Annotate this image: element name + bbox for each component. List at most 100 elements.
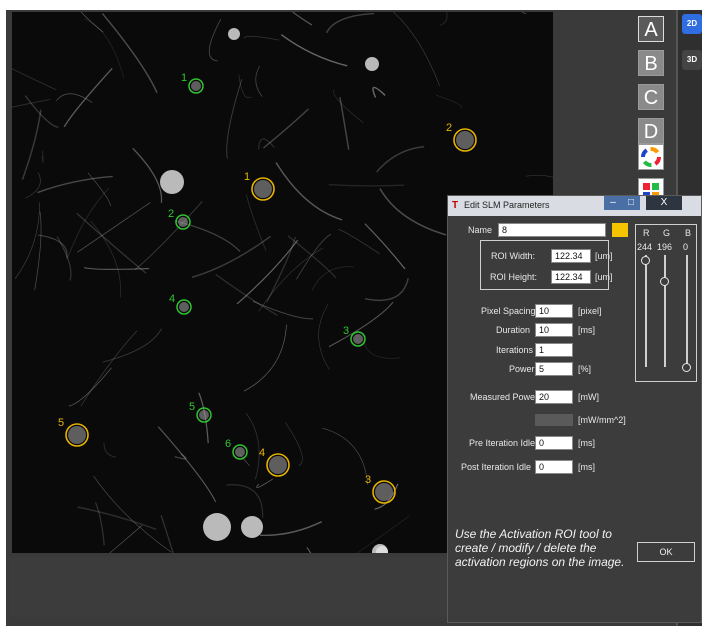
g-slider-track[interactable] xyxy=(664,255,666,367)
power-field[interactable]: 5 xyxy=(535,362,573,376)
neurite-fiber xyxy=(256,478,274,488)
neurite-fiber xyxy=(238,74,252,99)
minimize-button[interactable]: – xyxy=(604,196,622,210)
neurite-fiber xyxy=(376,145,425,173)
neurite-fiber xyxy=(132,147,163,203)
neurite-fiber xyxy=(339,97,350,150)
help-text: Use the Activation ROI tool to create / … xyxy=(455,527,625,569)
tool-b-button[interactable]: B xyxy=(638,50,664,76)
green-roi-label: 6 xyxy=(225,438,231,450)
yellow-roi-label: 3 xyxy=(365,474,371,486)
roi-width-field[interactable]: 122.34 xyxy=(551,249,591,263)
power-unit: [%] xyxy=(578,364,592,374)
neurite-fiber xyxy=(109,525,143,553)
cell-body xyxy=(228,28,240,40)
window-frame-top xyxy=(0,0,702,10)
tool-c-button[interactable]: C xyxy=(638,84,664,110)
post-iteration-idle-field[interactable]: 0 xyxy=(535,460,573,474)
neurite-fiber xyxy=(63,67,113,128)
neurite-fiber xyxy=(56,236,72,281)
pixel-spacing-label: Pixel Spacing xyxy=(481,306,536,316)
maximize-button[interactable]: □ xyxy=(622,196,640,210)
neurite-fiber xyxy=(291,12,313,26)
bottom-panel xyxy=(10,557,450,617)
color-swatch[interactable] xyxy=(612,223,628,237)
roi-cell xyxy=(269,456,287,474)
neurite-fiber xyxy=(90,220,122,298)
r-header: R xyxy=(643,228,650,238)
app-logo-icon: T xyxy=(452,200,459,211)
pre-iteration-idle-field[interactable]: 0 xyxy=(535,436,573,450)
dialog-title-bar[interactable]: T Edit SLM Parameters – □ X xyxy=(448,196,701,216)
neurite-fiber xyxy=(379,188,447,236)
neurite-fiber xyxy=(275,162,343,221)
b-slider-thumb[interactable] xyxy=(682,363,691,372)
neurite-fiber xyxy=(245,412,260,480)
b-value: 0 xyxy=(683,242,689,252)
dialog-title: Edit SLM Parameters xyxy=(464,200,550,210)
neurite-fiber xyxy=(101,13,158,94)
neurite-fiber xyxy=(12,68,57,91)
roi-cell xyxy=(353,334,363,344)
duration-label: Duration xyxy=(496,325,531,335)
rgb-sliders-group: R G B 244 196 0 xyxy=(635,224,697,382)
neurite-fiber xyxy=(325,12,375,34)
neurite-fiber xyxy=(521,12,527,14)
neurite-fiber xyxy=(21,109,42,180)
post-iteration-idle-unit: [ms] xyxy=(578,462,595,472)
name-field[interactable]: 8 xyxy=(498,223,606,237)
view-2d-button[interactable]: 2D xyxy=(682,14,702,34)
close-button[interactable]: X xyxy=(646,196,682,210)
neurite-fiber xyxy=(266,236,296,303)
power-label: Power xyxy=(509,364,535,374)
ok-button[interactable]: OK xyxy=(637,542,695,562)
roi-cell xyxy=(199,410,209,420)
roi-cell xyxy=(68,426,86,444)
duration-field[interactable]: 10 xyxy=(535,323,573,337)
neurite-fiber xyxy=(77,202,151,253)
tool-d-button[interactable]: D xyxy=(638,118,664,144)
neurite-fiber xyxy=(80,330,138,407)
roi-height-field[interactable]: 122.34 xyxy=(551,270,591,284)
r-slider-thumb[interactable] xyxy=(641,255,650,265)
neurite-fiber xyxy=(311,266,355,292)
neurite-fiber xyxy=(56,93,93,103)
neurite-fiber xyxy=(25,172,41,199)
neurite-fiber xyxy=(364,278,409,302)
yellow-roi-label: 5 xyxy=(58,417,64,429)
g-header: G xyxy=(663,228,671,238)
iterations-field[interactable]: 1 xyxy=(535,343,573,357)
power-density-unit: [mW/mm^2] xyxy=(578,415,626,425)
measured-power-field[interactable]: 20 xyxy=(535,390,573,404)
roi-size-group: ROI Width: 122.34 [um] ROI Height: 122.3… xyxy=(480,240,613,290)
neurite-fiber xyxy=(24,95,59,128)
neurite-fiber xyxy=(157,426,217,502)
r-slider-track[interactable] xyxy=(645,255,647,367)
neurite-fiber xyxy=(322,427,369,485)
neurite-fiber xyxy=(77,506,157,531)
edit-slm-dialog: T Edit SLM Parameters – □ X Name 8 ROI W… xyxy=(447,195,702,623)
neurite-fiber xyxy=(103,442,116,458)
neurite-fiber xyxy=(328,183,405,187)
color-wheel-button[interactable] xyxy=(638,144,664,170)
pixel-spacing-field[interactable]: 10 xyxy=(535,304,573,318)
neurite-fiber xyxy=(372,86,386,98)
cell-body xyxy=(203,513,231,541)
neurite-fiber xyxy=(76,212,147,274)
neurite-fiber xyxy=(68,367,112,407)
neurite-fiber xyxy=(263,108,309,149)
roi-cell xyxy=(375,483,393,501)
neurite-fiber xyxy=(280,34,348,67)
g-slider-thumb[interactable] xyxy=(660,276,669,286)
tool-a-button[interactable]: A xyxy=(638,16,664,42)
yellow-roi-label: 1 xyxy=(244,171,250,183)
green-roi-label: 1 xyxy=(181,72,187,84)
b-slider-track[interactable] xyxy=(686,255,688,367)
power-density-readout xyxy=(535,414,573,426)
green-roi-label: 2 xyxy=(168,208,174,220)
roi-cell xyxy=(191,81,201,91)
iterations-label: Iterations xyxy=(496,345,534,355)
neurite-fiber xyxy=(252,300,314,320)
neurite-fiber xyxy=(226,484,264,518)
view-3d-button[interactable]: 3D xyxy=(682,50,702,70)
